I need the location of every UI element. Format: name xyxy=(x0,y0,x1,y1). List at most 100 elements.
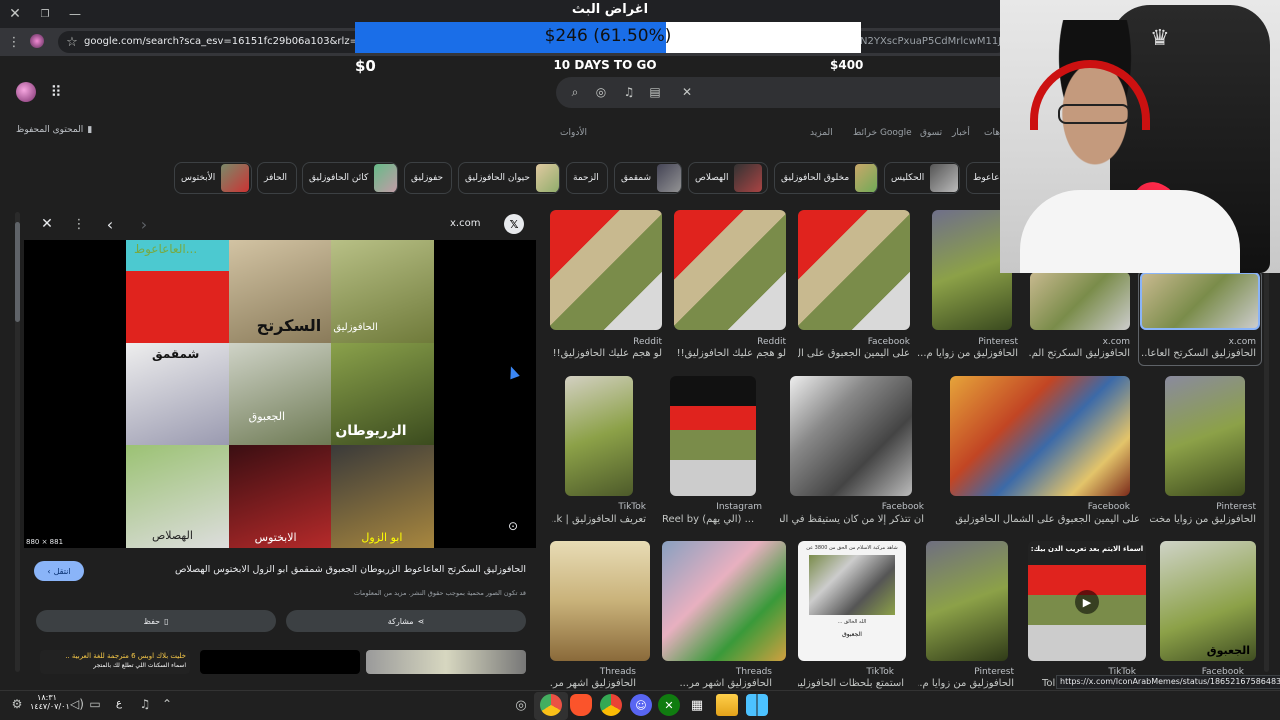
chip-creature[interactable]: مخلوق الحافوزليق xyxy=(774,162,878,194)
chip-shamqamq[interactable]: شمقمق xyxy=(614,162,682,194)
chip-abkhtous[interactable]: الأبختوس xyxy=(174,162,252,194)
chip-zahma[interactable]: الزحمة xyxy=(566,162,608,194)
goal-min: $0 xyxy=(355,57,376,75)
copyright-note[interactable]: قد تكون الصور محمية بموجب حقوق النشر. مز… xyxy=(300,589,526,597)
result-title-r2c1[interactable]: تعريف الحافوزليق | k... xyxy=(552,514,646,525)
lens-search-icon[interactable]: ⊙ xyxy=(505,518,521,534)
preview-prev-icon[interactable]: ‹ xyxy=(102,215,118,234)
result-title-r2c4[interactable]: على اليمين الجعبوق على الشمال الحافوزليق xyxy=(950,514,1140,525)
filter-tools[interactable]: الأدوات xyxy=(560,128,587,138)
brave-icon[interactable] xyxy=(570,694,592,716)
keyboard-icon[interactable]: ▤ xyxy=(648,85,662,99)
filter-maps[interactable]: خرائط Google xyxy=(853,128,912,138)
profile-avatar-small[interactable] xyxy=(30,34,44,48)
result-image-r2c2[interactable] xyxy=(670,376,756,496)
play-video-icon[interactable]: ▶ xyxy=(1075,590,1099,614)
google-account-avatar[interactable] xyxy=(16,82,36,102)
chrome-2-icon[interactable] xyxy=(600,694,622,716)
grid-label: الابختوس xyxy=(254,530,297,544)
result-title-r1c2[interactable]: لو هجم عليك الحافوزليق!! ... xyxy=(674,348,786,359)
grid-cell-hasalas: الهصلاص xyxy=(126,445,229,548)
result-title-r1c5[interactable]: الحافوزليق السكرتح الم... xyxy=(1028,348,1130,359)
chip-thumb xyxy=(930,164,959,192)
chip-animal[interactable]: حيوان الحافوزليق xyxy=(458,162,560,194)
mic-tray-icon[interactable]: ♫ xyxy=(138,697,152,711)
result-image-r1c3[interactable] xyxy=(798,210,910,330)
filter-videos[interactable]: فيديوهات xyxy=(984,128,1000,138)
menu-dots-icon[interactable]: ⋮ xyxy=(6,33,22,51)
chip-hakalees[interactable]: الحكليس xyxy=(884,162,960,194)
chip-hafez[interactable]: الحافز xyxy=(257,162,297,194)
preview-scrollbar-thumb[interactable] xyxy=(15,222,20,322)
result-title-r1c6[interactable]: الحافوزليق السكرتح العاعا... xyxy=(1140,348,1256,359)
save-button[interactable]: حفظ ▯ xyxy=(36,610,276,632)
chip-hafouzliq[interactable]: حفوزليق xyxy=(404,162,452,194)
store-icon[interactable]: ▦ xyxy=(686,694,708,716)
file-explorer-icon[interactable] xyxy=(716,694,738,716)
windows-start-icon[interactable] xyxy=(746,694,768,716)
filter-more[interactable]: المزيد xyxy=(810,128,833,138)
result-title-r3c2[interactable]: الحافوزليق اشهر مر... xyxy=(662,678,772,689)
result-title-r2c5[interactable]: الحافوزليق من زوايا مخت... xyxy=(1150,514,1256,525)
bookmark-star-icon[interactable]: ☆ xyxy=(64,33,80,51)
result-title-r3c3[interactable]: استمتع بلحظات الحافوزليق... xyxy=(798,678,904,689)
apps-grid-icon[interactable]: ⠿ xyxy=(48,83,64,101)
lens-icon[interactable]: ◎ xyxy=(594,85,608,99)
result-image-r1c2[interactable] xyxy=(674,210,786,330)
result-image-r2c1[interactable] xyxy=(565,376,633,496)
search-icon[interactable]: ⌕ xyxy=(568,85,582,99)
chip-kaen[interactable]: كائن الحافوزليق xyxy=(302,162,398,194)
result-image-r1c1[interactable] xyxy=(550,210,662,330)
close-icon[interactable]: ✕ xyxy=(6,5,24,23)
filter-shopping[interactable]: تسوق xyxy=(920,128,942,138)
result-image-r3c1[interactable] xyxy=(550,541,650,661)
result-image-r2c5[interactable] xyxy=(1165,376,1245,496)
result-title-r1c4[interactable]: الحافوزليق من زوايا م... xyxy=(918,348,1018,359)
result-title-r2c3[interactable]: أن تتذكر إلا من كان يستيقظ في السابع... xyxy=(780,514,924,525)
preview-source-name[interactable]: x.com xyxy=(450,218,480,229)
volume-icon[interactable]: ◁) xyxy=(70,697,84,711)
result-title-r3c4[interactable]: الحافوزليق من زوايا م... xyxy=(918,678,1014,689)
chip-hasalas[interactable]: الهصلاص xyxy=(688,162,768,194)
result-image-r3c6[interactable]: الجعبوق xyxy=(1160,541,1256,661)
result-title-r3c1[interactable]: الحافوزليق اشهر مر... xyxy=(550,678,636,689)
preview-image-grid[interactable]: العاعاعوط... السكرتح الحافوزليق شمقمق ال… xyxy=(126,240,434,548)
related-thumb-1[interactable]: خليت بلاك اوبس 6 مترجمة للغة العربية .. … xyxy=(40,650,190,674)
result-title-r1c1[interactable]: لو هجم عليك الحافوزليق!! ... xyxy=(550,348,662,359)
results-scrollbar[interactable] xyxy=(1264,212,1269,672)
share-button[interactable]: مشاركة ⋖ xyxy=(286,610,526,632)
result-image-r3c4[interactable] xyxy=(926,541,1008,661)
result-image-r2c3[interactable] xyxy=(790,376,912,496)
preview-scrollbar[interactable] xyxy=(15,212,20,672)
clear-search-icon[interactable]: ✕ xyxy=(680,85,694,99)
related-thumb-3[interactable] xyxy=(366,650,526,674)
goal-progress-bar: $246 (61.50%) xyxy=(355,22,861,53)
settings-icon[interactable]: ⚙ xyxy=(10,697,24,711)
minimize-icon[interactable]: — xyxy=(68,5,82,23)
preview-next-icon[interactable]: › xyxy=(136,215,152,234)
chevron-up-icon[interactable]: ⌃ xyxy=(160,697,174,711)
xbox-icon[interactable]: ✕ xyxy=(658,694,680,716)
language-indicator[interactable]: ع xyxy=(116,698,122,709)
visit-button[interactable]: ‹ انتقل xyxy=(34,561,84,581)
preview-more-icon[interactable]: ⋮ xyxy=(72,215,86,233)
result-title-r2c2[interactable]: Reel by (الي يهم) ... xyxy=(662,514,762,525)
preview-close-icon[interactable]: ✕ xyxy=(38,215,56,233)
steam-icon[interactable]: ◎ xyxy=(510,694,532,716)
filter-news[interactable]: أخبار xyxy=(952,128,970,138)
taskbar-time[interactable]: ١٨:٣١ ١٤٤٧/٠٧/٠١ xyxy=(30,693,70,711)
result-source-r2c4: Facebook xyxy=(1087,502,1130,512)
result-image-r1c5[interactable] xyxy=(1030,272,1130,330)
result-image-r3c3[interactable]: شاهد مركبة الاسلام من الحق من 3800 عن ال… xyxy=(798,541,906,661)
result-image-r2c4[interactable] xyxy=(950,376,1130,496)
saved-content-link[interactable]: المحتوى المحفوظ ▮ xyxy=(16,125,92,135)
mic-icon[interactable]: ♫ xyxy=(622,85,636,99)
result-title-r1c3[interactable]: على اليمين الجعبوق على ال... xyxy=(798,348,910,359)
result-image-r3c2[interactable] xyxy=(662,541,786,661)
network-icon[interactable]: ▭ xyxy=(88,697,102,711)
preview-title: الحافوزليق السكرتح العاعاعوط الزريوطان ا… xyxy=(174,564,526,575)
bookmark-outline-icon: ▯ xyxy=(164,616,169,626)
discord-icon[interactable]: ☺ xyxy=(630,694,652,716)
related-thumb-2[interactable] xyxy=(200,650,360,674)
restore-icon[interactable]: ❐ xyxy=(38,5,52,23)
